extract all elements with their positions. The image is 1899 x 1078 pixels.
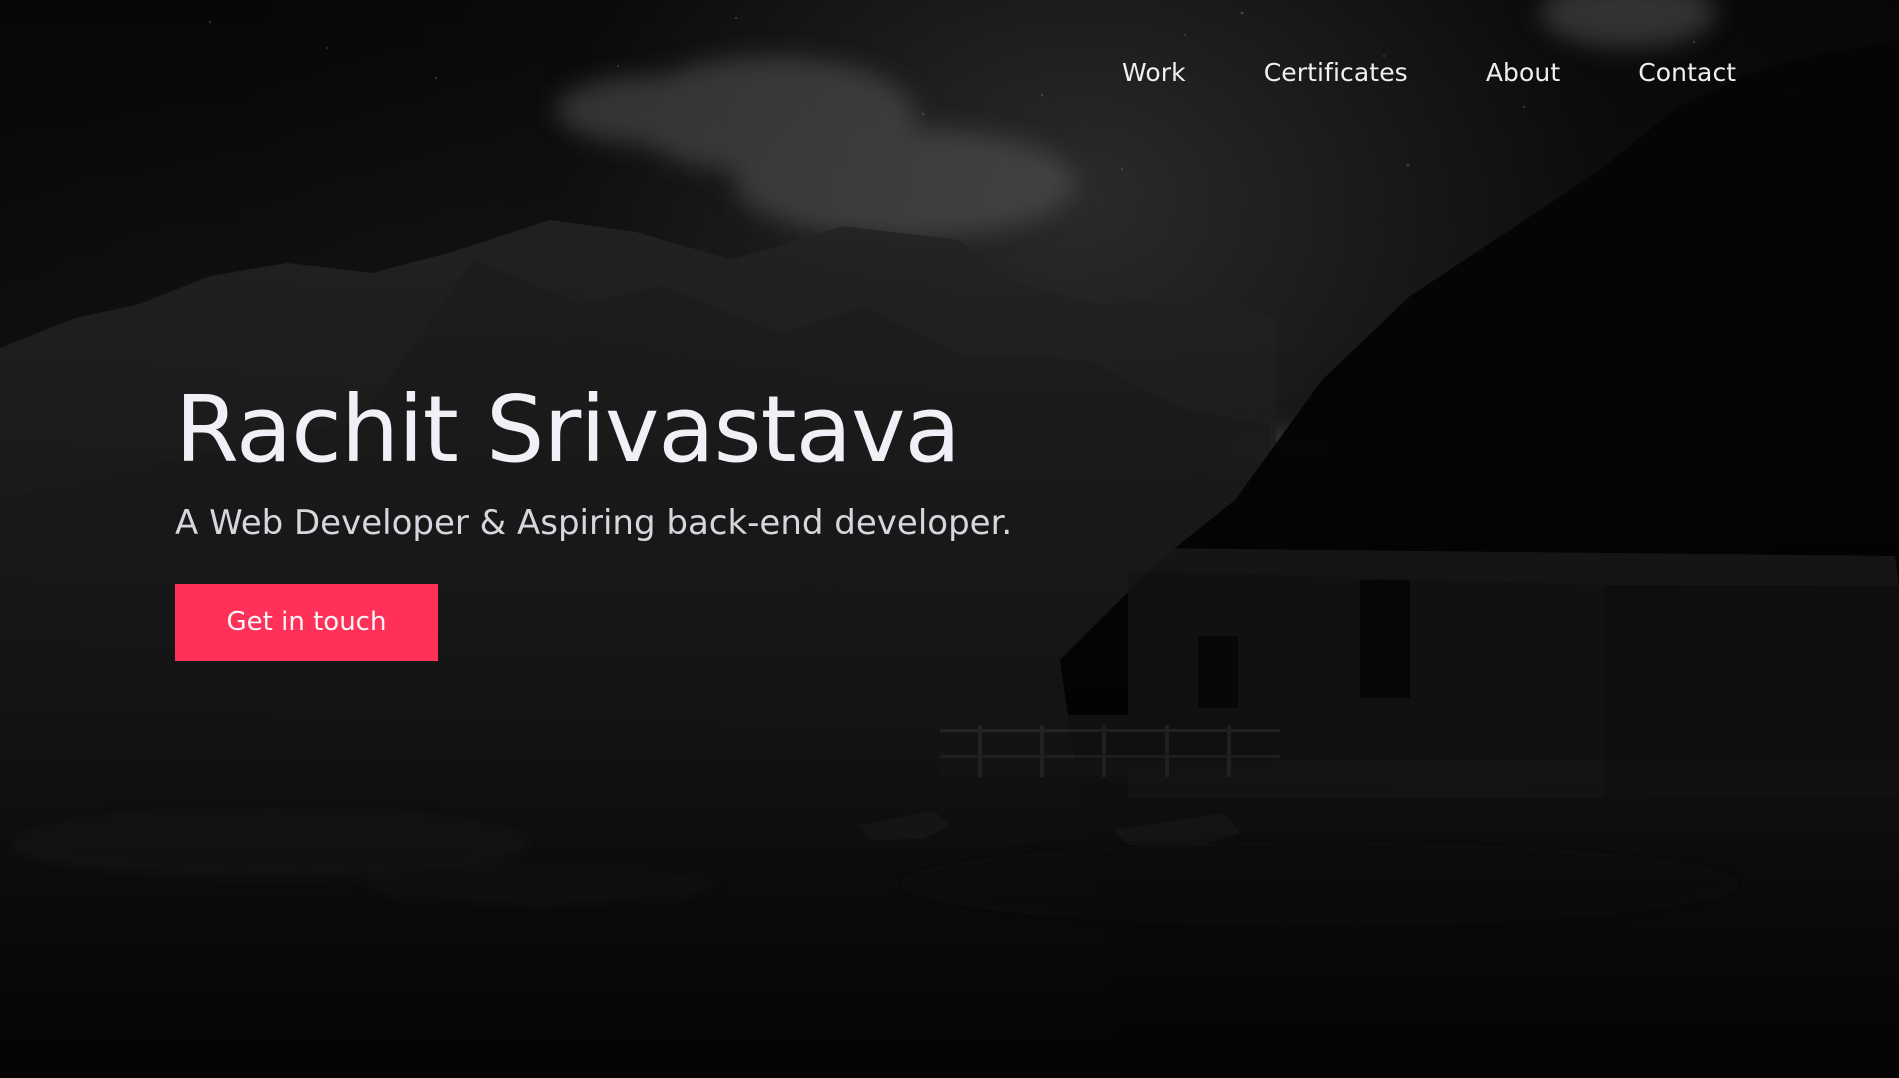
nav-link-work[interactable]: Work	[1122, 58, 1186, 87]
top-navigation: Work Certificates About Contact	[1122, 58, 1736, 87]
lake-icon	[0, 760, 1899, 1078]
hero-section: Work Certificates About Contact Rachit S…	[0, 0, 1899, 1078]
hero-title: Rachit Srivastava	[175, 376, 961, 483]
nav-link-contact[interactable]: Contact	[1638, 58, 1736, 87]
nav-link-about[interactable]: About	[1486, 58, 1560, 87]
get-in-touch-button[interactable]: Get in touch	[175, 583, 438, 661]
hero-subtitle: A Web Developer & Aspiring back-end deve…	[175, 502, 1013, 543]
nav-link-certificates[interactable]: Certificates	[1264, 58, 1408, 87]
hero-content: Rachit Srivastava A Web Developer & Aspi…	[175, 383, 1155, 661]
